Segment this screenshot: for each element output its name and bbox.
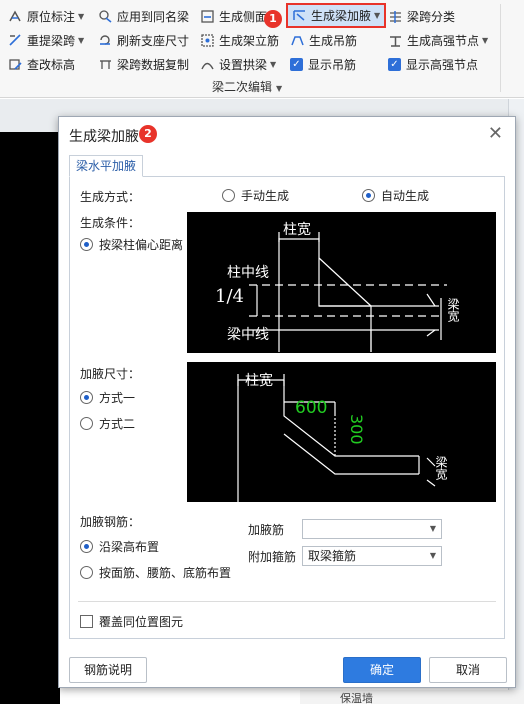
tab-horizontal-haunch[interactable]: 梁水平加腋: [69, 155, 144, 177]
rebar-mark-icon: [8, 9, 23, 24]
arch-beam-icon: [200, 57, 215, 72]
stirrup-field-label: 附加箍筋: [248, 550, 297, 564]
in-place-mark-button[interactable]: 原位标注 ▼: [8, 6, 84, 26]
col-center-label: 柱中线: [227, 265, 269, 281]
gen-mode-label: 生成方式：: [80, 190, 141, 204]
chevron-down-icon: ▼: [429, 551, 436, 560]
radio-selected-icon: [80, 391, 93, 404]
cancel-button[interactable]: 取消: [429, 657, 507, 683]
re-extract-span-button[interactable]: 重提梁跨 ▼: [8, 30, 84, 50]
refresh-support-button[interactable]: 刷新支座尺寸: [98, 30, 189, 50]
set-arch-beam-button[interactable]: 设置拱梁 ▼: [200, 54, 276, 74]
eccentric-distance-radio[interactable]: 按梁柱偏心距离: [80, 236, 183, 253]
overwrite-checkbox[interactable]: 覆盖同位置图元: [80, 613, 183, 630]
refresh-support-icon: [98, 33, 113, 48]
radio-icon: [80, 417, 93, 430]
span-classify-button[interactable]: 梁跨分类: [388, 6, 455, 26]
ratio-label: 1/4: [215, 286, 244, 307]
haunch-height-value: 300: [347, 414, 366, 445]
stirrup-select[interactable]: 取梁箍筋 ▼: [302, 546, 442, 566]
radio-selected-icon: [362, 189, 375, 202]
haunch-size-label: 加腋尺寸：: [80, 367, 141, 381]
haunch-size-diagram: 柱宽 600 300 梁宽: [187, 362, 496, 502]
beam-width-label: 梁宽: [446, 298, 460, 322]
checkbox-icon: [80, 615, 93, 628]
eccentric-diagram: 柱宽 柱中线 1/4 梁中线 梁宽: [187, 212, 496, 353]
ribbon-separator: [500, 4, 501, 92]
dialog-title: 生成梁加腋: [69, 129, 139, 145]
high-strength-node-icon: [388, 33, 403, 48]
side-rebar-icon: [200, 9, 215, 24]
chevron-down-icon: ▼: [78, 11, 85, 21]
copy-span-icon: [98, 57, 113, 72]
generate-side-button[interactable]: 生成侧面: [200, 6, 267, 26]
ok-button[interactable]: 确定: [343, 657, 421, 683]
property-row: 保温墙: [300, 690, 524, 704]
chevron-down-icon: ▼: [482, 35, 489, 45]
generate-haunch-dialog: 生成梁加腋 2 ✕ 梁水平加腋 生成方式： 手动生成 自动生成 生成条件： 按梁…: [58, 116, 516, 688]
checkmark-icon: ✓: [388, 57, 401, 71]
chevron-down-icon: ▼: [374, 11, 381, 20]
gen-cond-label: 生成条件：: [80, 216, 141, 230]
beam-span-icon: [8, 33, 23, 48]
chevron-down-icon: ▼: [276, 84, 283, 93]
span-classify-icon: [388, 9, 403, 24]
chevron-down-icon: ▼: [78, 35, 85, 45]
generate-erect-rebar-button[interactable]: 生成架立筋: [200, 30, 279, 50]
auto-generate-radio[interactable]: 自动生成: [362, 187, 429, 204]
manual-generate-radio[interactable]: 手动生成: [222, 187, 289, 204]
check-elevation-button[interactable]: 查改标高: [8, 54, 75, 74]
radio-icon: [222, 189, 235, 202]
by-face-rebar-radio[interactable]: 按面筋、腰筋、底筋布置: [80, 564, 231, 581]
close-icon[interactable]: ✕: [488, 123, 503, 144]
apply-same-icon: [98, 9, 113, 24]
radio-selected-icon: [80, 540, 93, 553]
mode-one-radio[interactable]: 方式一: [80, 389, 135, 406]
ribbon-group-label: 梁二次编辑 ▼: [212, 80, 283, 94]
generate-high-strength-node-button[interactable]: 生成高强节点 ▼: [388, 30, 488, 50]
radio-icon: [80, 566, 93, 579]
elevation-edit-icon: [8, 57, 23, 72]
generate-haunch-button[interactable]: 生成梁加腋 ▼: [286, 3, 387, 28]
apply-same-beam-button[interactable]: 应用到同名梁: [98, 6, 189, 26]
ribbon-toolbar: 原位标注 ▼ 重提梁跨 ▼ 查改标高 应用到同名梁 刷新支座尺寸 梁跨数据复制 生成…: [0, 0, 524, 98]
haunch-icon: [292, 8, 307, 23]
rebar-help-button[interactable]: 钢筋说明: [69, 657, 147, 683]
erect-rebar-icon: [200, 33, 215, 48]
step-badge-2: 2: [139, 125, 157, 143]
radio-selected-icon: [80, 238, 93, 251]
show-high-strength-node-checkbox[interactable]: ✓ 显示高强节点: [388, 54, 478, 74]
col-width-label-2: 柱宽: [245, 373, 273, 389]
drawing-canvas[interactable]: [0, 132, 60, 704]
checkmark-icon: ✓: [290, 57, 303, 71]
chevron-down-icon: ▼: [270, 59, 277, 69]
col-width-label: 柱宽: [283, 222, 311, 238]
tab-panel: 生成方式： 手动生成 自动生成 生成条件： 按梁柱偏心距离 柱宽 柱中线 1/4…: [69, 176, 505, 639]
along-beam-height-radio[interactable]: 沿梁高布置: [80, 538, 159, 555]
haunch-rebar-select[interactable]: ▼: [302, 519, 442, 539]
generate-hanger-button[interactable]: 生成吊筋: [290, 30, 357, 50]
mode-two-radio[interactable]: 方式二: [80, 415, 135, 432]
divider: [78, 601, 496, 602]
copy-span-data-button[interactable]: 梁跨数据复制: [98, 54, 189, 74]
chevron-down-icon: ▼: [429, 524, 436, 533]
show-hanger-checkbox[interactable]: ✓ 显示吊筋: [290, 54, 356, 74]
step-badge-1: 1: [264, 10, 282, 28]
beam-width-label-2: 梁宽: [434, 456, 448, 480]
haunch-rebar-field-label: 加腋筋: [248, 523, 285, 537]
hanger-icon: [290, 33, 305, 48]
haunch-rebar-label: 加腋钢筋：: [80, 515, 141, 529]
beam-center-label: 梁中线: [227, 327, 269, 343]
haunch-length-value: 600: [295, 398, 328, 418]
